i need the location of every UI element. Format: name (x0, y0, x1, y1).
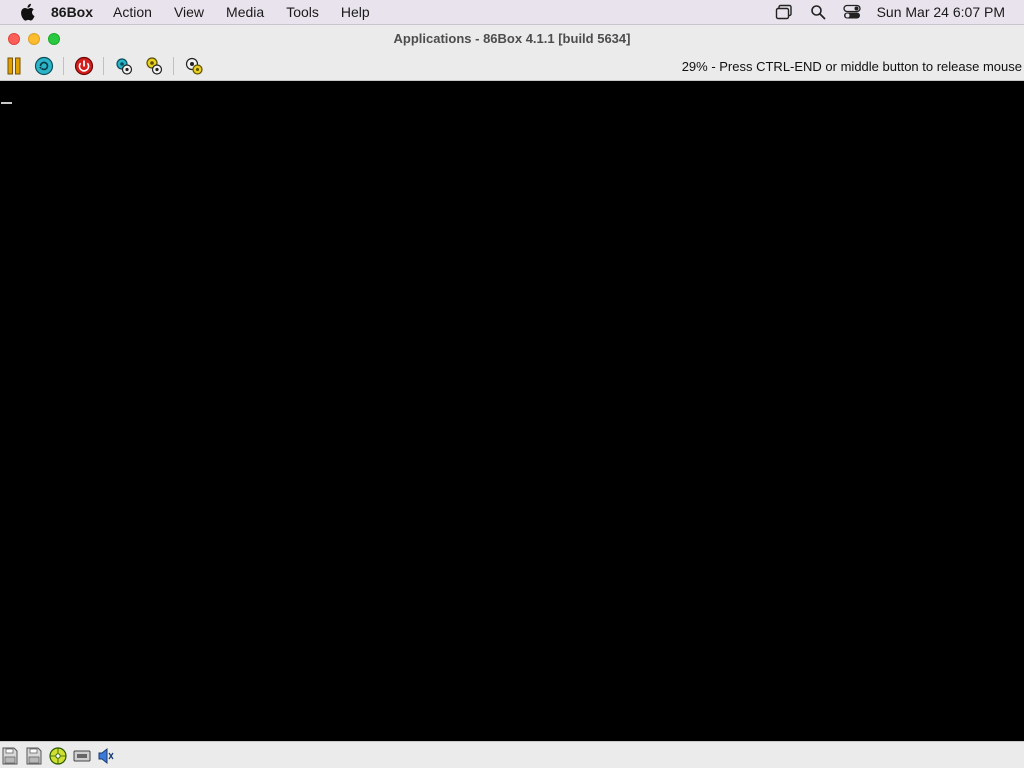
menu-view[interactable]: View (174, 4, 204, 20)
floppy-drive-2-icon[interactable] (25, 747, 43, 765)
menu-action[interactable]: Action (113, 4, 152, 20)
menu-media[interactable]: Media (226, 4, 264, 20)
menu-help[interactable]: Help (341, 4, 370, 20)
sound-icon[interactable] (97, 747, 115, 765)
hard-reset-icon[interactable] (143, 55, 165, 77)
toolbar-separator (103, 57, 104, 75)
mouse-capture-status: 29% - Press CTRL-END or middle button to… (681, 59, 1022, 74)
toolbar-separator (173, 57, 174, 75)
control-center-icon[interactable] (842, 3, 861, 21)
power-icon[interactable] (73, 55, 95, 77)
window-switcher-icon[interactable] (775, 3, 793, 21)
status-bar (0, 741, 1024, 768)
close-button[interactable] (8, 33, 20, 45)
settings-icon[interactable] (113, 55, 135, 77)
zoom-button[interactable] (48, 33, 60, 45)
text-cursor (1, 102, 12, 104)
menubar-clock[interactable]: Sun Mar 24 6:07 PM (877, 4, 1005, 20)
spotlight-search-icon[interactable] (809, 3, 827, 21)
traffic-lights (8, 33, 68, 45)
title-bar[interactable]: Applications - 86Box 4.1.1 [build 5634] (0, 24, 1024, 52)
menu-app-name[interactable]: 86Box (51, 4, 93, 20)
emulated-screen[interactable] (0, 81, 1024, 741)
reset-icon[interactable] (33, 55, 55, 77)
emulator-window: Applications - 86Box 4.1.1 [build 5634] … (0, 24, 1024, 768)
minimize-button[interactable] (28, 33, 40, 45)
emulator-toolbar: 29% - Press CTRL-END or middle button to… (0, 52, 1024, 81)
apple-icon[interactable] (17, 2, 37, 22)
network-icon[interactable] (73, 747, 91, 765)
window-title: Applications - 86Box 4.1.1 [build 5634] (393, 31, 631, 46)
cdrom-icon[interactable] (49, 747, 67, 765)
config-icon[interactable] (183, 55, 205, 77)
pause-icon[interactable] (3, 55, 25, 77)
menu-tools[interactable]: Tools (286, 4, 319, 20)
menu-bar: 86Box Action View Media Tools Help Sun M… (0, 0, 1024, 24)
toolbar-separator (63, 57, 64, 75)
floppy-drive-1-icon[interactable] (1, 747, 19, 765)
